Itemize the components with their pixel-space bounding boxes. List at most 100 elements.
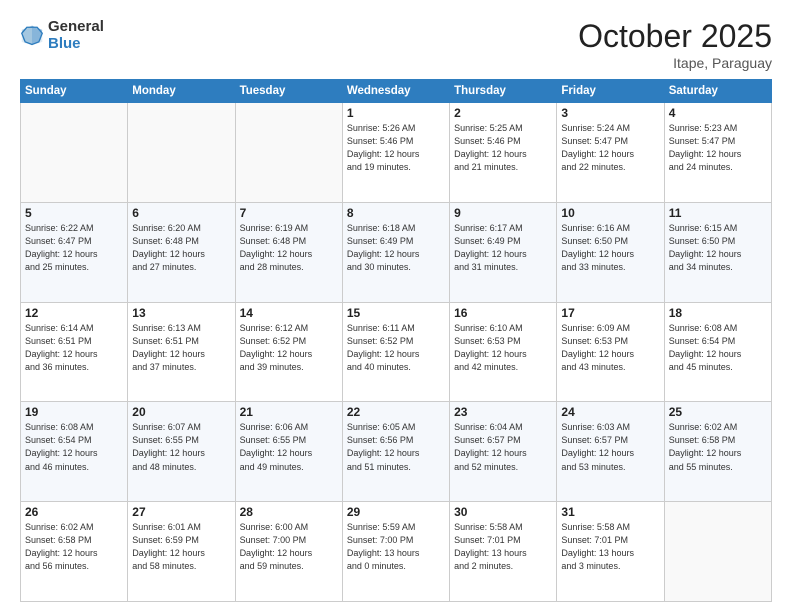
day-cell: 11 Sunrise: 6:15 AM Sunset: 6:50 PM Dayli… — [664, 202, 771, 302]
day-detail: Sunrise: 5:24 AM Sunset: 5:47 PM Dayligh… — [561, 122, 659, 174]
logo-icon — [20, 23, 44, 47]
day-number: 7 — [240, 206, 338, 220]
month-title: October 2025 — [578, 18, 772, 55]
day-cell: 24Sunrise: 6:03 AM Sunset: 6:57 PM Dayli… — [557, 402, 664, 502]
day-number: 22 — [347, 405, 445, 419]
day-cell: 7 Sunrise: 6:19 AM Sunset: 6:48 PM Daylig… — [235, 202, 342, 302]
day-detail: Sunrise: 5:58 AM Sunset: 7:01 PM Dayligh… — [561, 521, 659, 573]
day-cell: 3 Sunrise: 5:24 AM Sunset: 5:47 PM Daylig… — [557, 103, 664, 203]
day-cell: 13 Sunrise: 6:13 AM Sunset: 6:51 PM Dayli… — [128, 302, 235, 402]
logo-text-block: General Blue — [48, 18, 104, 53]
calendar-table: SundayMondayTuesdayWednesdayThursdayFrid… — [20, 79, 772, 602]
logo-blue: Blue — [48, 35, 81, 52]
day-cell — [664, 502, 771, 602]
day-cell: 29 Sunrise: 5:59 AM Sunset: 7:00 PM Dayli… — [342, 502, 449, 602]
weekday-header-thursday: Thursday — [450, 80, 557, 103]
day-detail: Sunrise: 6:16 AM Sunset: 6:50 PM Dayligh… — [561, 222, 659, 274]
day-cell: 16Sunrise: 6:10 AM Sunset: 6:53 PM Dayli… — [450, 302, 557, 402]
day-cell: 6 Sunrise: 6:20 AM Sunset: 6:48 PM Daylig… — [128, 202, 235, 302]
day-cell: 18Sunrise: 6:08 AM Sunset: 6:54 PM Dayli… — [664, 302, 771, 402]
day-detail: Sunrise: 6:11 AM Sunset: 6:52 PM Dayligh… — [347, 322, 445, 374]
day-number: 29 — [347, 505, 445, 519]
day-detail: Sunrise: 6:12 AM Sunset: 6:52 PM Dayligh… — [240, 322, 338, 374]
header: General Blue October 2025 Itape, Paragua… — [20, 18, 772, 71]
day-detail: Sunrise: 5:25 AM Sunset: 5:46 PM Dayligh… — [454, 122, 552, 174]
weekday-header-tuesday: Tuesday — [235, 80, 342, 103]
day-cell: 22 Sunrise: 6:05 AM Sunset: 6:56 PM Dayli… — [342, 402, 449, 502]
week-row-2: 5 Sunrise: 6:22 AM Sunset: 6:47 PM Daylig… — [21, 202, 772, 302]
day-detail: Sunrise: 6:00 AM Sunset: 7:00 PM Dayligh… — [240, 521, 338, 573]
day-number: 27 — [132, 505, 230, 519]
day-number: 1 — [347, 106, 445, 120]
day-cell: 27 Sunrise: 6:01 AM Sunset: 6:59 PM Dayli… — [128, 502, 235, 602]
day-number: 21 — [240, 405, 338, 419]
day-number: 11 — [669, 206, 767, 220]
day-cell — [235, 103, 342, 203]
location: Itape, Paraguay — [578, 55, 772, 71]
day-number: 19 — [25, 405, 123, 419]
weekday-header-saturday: Saturday — [664, 80, 771, 103]
day-cell: 14Sunrise: 6:12 AM Sunset: 6:52 PM Dayli… — [235, 302, 342, 402]
day-number: 13 — [132, 306, 230, 320]
day-cell: 17Sunrise: 6:09 AM Sunset: 6:53 PM Dayli… — [557, 302, 664, 402]
day-number: 2 — [454, 106, 552, 120]
day-number: 8 — [347, 206, 445, 220]
day-detail: Sunrise: 6:07 AM Sunset: 6:55 PM Dayligh… — [132, 421, 230, 473]
day-number: 12 — [25, 306, 123, 320]
day-number: 25 — [669, 405, 767, 419]
day-detail: Sunrise: 5:59 AM Sunset: 7:00 PM Dayligh… — [347, 521, 445, 573]
day-cell: 8 Sunrise: 6:18 AM Sunset: 6:49 PM Daylig… — [342, 202, 449, 302]
day-number: 16 — [454, 306, 552, 320]
day-cell: 12Sunrise: 6:14 AM Sunset: 6:51 PM Dayli… — [21, 302, 128, 402]
day-cell — [21, 103, 128, 203]
day-detail: Sunrise: 6:13 AM Sunset: 6:51 PM Dayligh… — [132, 322, 230, 374]
day-detail: Sunrise: 6:08 AM Sunset: 6:54 PM Dayligh… — [25, 421, 123, 473]
day-cell: 15 Sunrise: 6:11 AM Sunset: 6:52 PM Dayli… — [342, 302, 449, 402]
day-detail: Sunrise: 6:15 AM Sunset: 6:50 PM Dayligh… — [669, 222, 767, 274]
day-cell: 9Sunrise: 6:17 AM Sunset: 6:49 PM Daylig… — [450, 202, 557, 302]
logo-general: General — [48, 18, 104, 35]
week-row-4: 19 Sunrise: 6:08 AM Sunset: 6:54 PM Dayli… — [21, 402, 772, 502]
day-cell: 26Sunrise: 6:02 AM Sunset: 6:58 PM Dayli… — [21, 502, 128, 602]
day-detail: Sunrise: 6:05 AM Sunset: 6:56 PM Dayligh… — [347, 421, 445, 473]
day-number: 18 — [669, 306, 767, 320]
day-cell: 20 Sunrise: 6:07 AM Sunset: 6:55 PM Dayli… — [128, 402, 235, 502]
day-number: 9 — [454, 206, 552, 220]
day-cell: 5 Sunrise: 6:22 AM Sunset: 6:47 PM Daylig… — [21, 202, 128, 302]
weekday-header-row: SundayMondayTuesdayWednesdayThursdayFrid… — [21, 80, 772, 103]
day-detail: Sunrise: 6:01 AM Sunset: 6:59 PM Dayligh… — [132, 521, 230, 573]
day-number: 28 — [240, 505, 338, 519]
day-number: 23 — [454, 405, 552, 419]
day-detail: Sunrise: 6:22 AM Sunset: 6:47 PM Dayligh… — [25, 222, 123, 274]
day-detail: Sunrise: 5:58 AM Sunset: 7:01 PM Dayligh… — [454, 521, 552, 573]
day-cell: 21Sunrise: 6:06 AM Sunset: 6:55 PM Dayli… — [235, 402, 342, 502]
day-cell: 23Sunrise: 6:04 AM Sunset: 6:57 PM Dayli… — [450, 402, 557, 502]
day-number: 5 — [25, 206, 123, 220]
day-cell: 25Sunrise: 6:02 AM Sunset: 6:58 PM Dayli… — [664, 402, 771, 502]
title-block: October 2025 Itape, Paraguay — [578, 18, 772, 71]
day-cell: 4 Sunrise: 5:23 AM Sunset: 5:47 PM Daylig… — [664, 103, 771, 203]
day-number: 6 — [132, 206, 230, 220]
day-cell: 1Sunrise: 5:26 AM Sunset: 5:46 PM Daylig… — [342, 103, 449, 203]
day-number: 4 — [669, 106, 767, 120]
day-cell: 2 Sunrise: 5:25 AM Sunset: 5:46 PM Daylig… — [450, 103, 557, 203]
day-detail: Sunrise: 6:18 AM Sunset: 6:49 PM Dayligh… — [347, 222, 445, 274]
day-detail: Sunrise: 6:03 AM Sunset: 6:57 PM Dayligh… — [561, 421, 659, 473]
day-number: 20 — [132, 405, 230, 419]
day-cell: 28 Sunrise: 6:00 AM Sunset: 7:00 PM Dayli… — [235, 502, 342, 602]
day-number: 3 — [561, 106, 659, 120]
logo: General Blue — [20, 18, 104, 53]
day-detail: Sunrise: 6:20 AM Sunset: 6:48 PM Dayligh… — [132, 222, 230, 274]
week-row-1: 1Sunrise: 5:26 AM Sunset: 5:46 PM Daylig… — [21, 103, 772, 203]
weekday-header-friday: Friday — [557, 80, 664, 103]
day-cell: 10 Sunrise: 6:16 AM Sunset: 6:50 PM Dayli… — [557, 202, 664, 302]
day-detail: Sunrise: 5:23 AM Sunset: 5:47 PM Dayligh… — [669, 122, 767, 174]
week-row-5: 26Sunrise: 6:02 AM Sunset: 6:58 PM Dayli… — [21, 502, 772, 602]
day-cell — [128, 103, 235, 203]
weekday-header-monday: Monday — [128, 80, 235, 103]
day-detail: Sunrise: 6:19 AM Sunset: 6:48 PM Dayligh… — [240, 222, 338, 274]
day-number: 10 — [561, 206, 659, 220]
day-number: 15 — [347, 306, 445, 320]
weekday-header-wednesday: Wednesday — [342, 80, 449, 103]
weekday-header-sunday: Sunday — [21, 80, 128, 103]
